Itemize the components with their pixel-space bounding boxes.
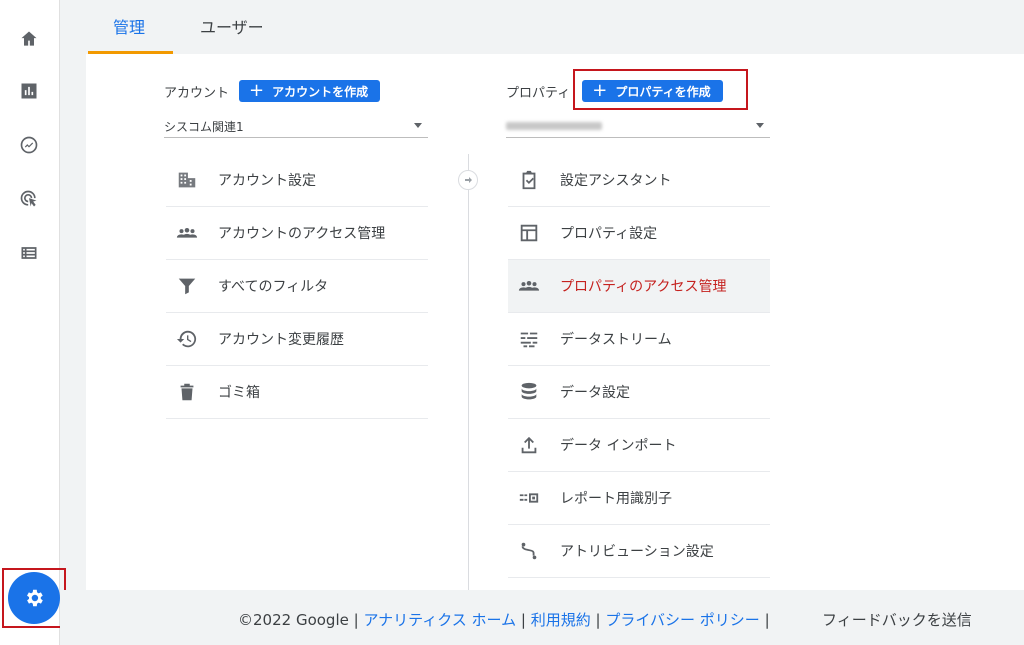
all-filters-item[interactable]: すべてのフィルタ bbox=[166, 260, 428, 313]
database-icon bbox=[516, 379, 542, 405]
admin-gear-button[interactable] bbox=[2, 568, 66, 628]
data-import-item[interactable]: データ インポート bbox=[508, 419, 770, 472]
footer-links: ©2022 Google | アナリティクス ホーム | 利用規約 | プライバ… bbox=[238, 611, 770, 629]
account-access-label: アカウントのアクセス管理 bbox=[218, 226, 386, 242]
account-access-item[interactable]: アカウントのアクセス管理 bbox=[166, 207, 428, 260]
property-settings-item[interactable]: プロパティ設定 bbox=[508, 207, 770, 260]
people-icon bbox=[174, 220, 200, 246]
gear-icon bbox=[27, 589, 43, 607]
account-label: アカウント bbox=[164, 85, 230, 101]
stream-icon bbox=[516, 326, 542, 352]
reports-icon[interactable] bbox=[14, 76, 44, 106]
copyright-text: ©2022 Google bbox=[238, 611, 349, 629]
explore-icon[interactable] bbox=[14, 130, 44, 160]
dropdown-arrow-icon bbox=[756, 123, 764, 128]
create-account-label: アカウントを作成 bbox=[272, 84, 369, 99]
account-history-label: アカウント変更履歴 bbox=[218, 332, 344, 348]
history-icon bbox=[174, 326, 200, 352]
checklist-icon bbox=[516, 167, 542, 193]
dropdown-arrow-icon bbox=[414, 123, 422, 128]
trash-label: ゴミ箱 bbox=[218, 385, 260, 401]
footer: ©2022 Google | アナリティクス ホーム | 利用規約 | プライバ… bbox=[60, 590, 1024, 645]
property-settings-list: 設定アシスタント プロパティ設定 プロパティのアクセス管理 データストリーム デ… bbox=[508, 154, 770, 578]
reporting-identity-item[interactable]: レポート用識別子 bbox=[508, 472, 770, 525]
data-streams-item[interactable]: データストリーム bbox=[508, 313, 770, 366]
building-icon bbox=[174, 167, 200, 193]
account-settings-item[interactable]: アカウント設定 bbox=[166, 154, 428, 207]
attribution-icon bbox=[516, 538, 542, 564]
attribution-settings-label: アトリビューション設定 bbox=[560, 544, 714, 560]
property-access-label: プロパティのアクセス管理 bbox=[560, 279, 727, 295]
data-streams-label: データストリーム bbox=[560, 332, 672, 348]
all-filters-label: すべてのフィルタ bbox=[218, 279, 329, 295]
trash-item[interactable]: ゴミ箱 bbox=[166, 366, 428, 419]
data-import-label: データ インポート bbox=[560, 438, 677, 454]
admin-main-panel: アカウント + アカウントを作成 シスコム関連1 プロパティ + プロパティを作… bbox=[86, 54, 1024, 590]
analytics-home-link[interactable]: アナリティクス ホーム bbox=[363, 611, 516, 629]
advertising-icon[interactable] bbox=[14, 184, 44, 214]
account-selected-value: シスコム関連1 bbox=[164, 120, 244, 134]
data-settings-item[interactable]: データ設定 bbox=[508, 366, 770, 419]
account-selector[interactable]: シスコム関連1 bbox=[164, 114, 428, 138]
tab-admin[interactable]: 管理 bbox=[113, 14, 145, 52]
redacted-property-name bbox=[506, 122, 602, 130]
reporting-identity-label: レポート用識別子 bbox=[560, 491, 672, 507]
account-history-item[interactable]: アカウント変更履歴 bbox=[166, 313, 428, 366]
configure-list-icon[interactable] bbox=[14, 238, 44, 268]
trash-icon bbox=[174, 379, 200, 405]
upload-icon bbox=[516, 432, 542, 458]
identifier-icon bbox=[516, 485, 542, 511]
people-icon bbox=[516, 273, 542, 299]
tab-users[interactable]: ユーザー bbox=[200, 14, 264, 52]
property-selector[interactable] bbox=[506, 114, 770, 138]
terms-link[interactable]: 利用規約 bbox=[531, 611, 591, 629]
setup-assistant-label: 設定アシスタント bbox=[560, 173, 672, 189]
privacy-policy-link[interactable]: プライバシー ポリシー bbox=[605, 611, 759, 629]
home-icon[interactable] bbox=[14, 24, 44, 54]
property-settings-icon bbox=[516, 220, 542, 246]
create-account-button[interactable]: + アカウントを作成 bbox=[239, 80, 381, 102]
arrow-right-icon bbox=[458, 170, 478, 190]
data-settings-label: データ設定 bbox=[560, 385, 630, 401]
create-property-highlight bbox=[573, 69, 748, 110]
property-label: プロパティ bbox=[506, 85, 571, 101]
account-column-header: アカウント + アカウントを作成 bbox=[164, 80, 381, 102]
setup-assistant-item[interactable]: 設定アシスタント bbox=[508, 154, 770, 207]
admin-gear-circle bbox=[8, 572, 60, 624]
column-divider bbox=[468, 154, 469, 590]
left-nav-rail bbox=[0, 0, 66, 645]
property-settings-label: プロパティ設定 bbox=[560, 226, 658, 242]
attribution-settings-item[interactable]: アトリビューション設定 bbox=[508, 525, 770, 578]
plus-icon: + bbox=[249, 80, 265, 101]
filter-icon bbox=[174, 273, 200, 299]
account-settings-label: アカウント設定 bbox=[218, 173, 316, 189]
send-feedback-link[interactable]: フィードバックを送信 bbox=[822, 609, 972, 630]
admin-tabs: 管理 ユーザー bbox=[60, 0, 1024, 54]
property-access-item[interactable]: プロパティのアクセス管理 bbox=[508, 260, 770, 313]
account-settings-list: アカウント設定 アカウントのアクセス管理 すべてのフィルタ アカウント変更履歴 … bbox=[166, 154, 428, 419]
